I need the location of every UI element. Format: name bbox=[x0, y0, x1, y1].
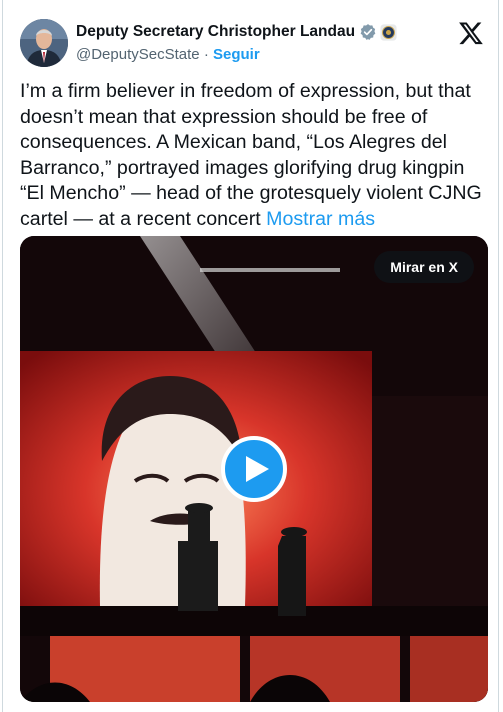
author-display-name[interactable]: Deputy Secretary Christopher Landau bbox=[76, 23, 355, 41]
avatar-portrait bbox=[20, 19, 68, 67]
tweet-text: I’m a firm believer in freedom of expres… bbox=[20, 79, 488, 232]
verified-badge-icon bbox=[360, 24, 376, 40]
follow-button[interactable]: Seguir bbox=[213, 46, 260, 63]
x-logo-icon[interactable] bbox=[458, 20, 484, 46]
watch-on-x-button[interactable]: Mirar en X bbox=[374, 251, 474, 283]
video-player[interactable]: Mirar en X bbox=[20, 236, 488, 702]
play-icon bbox=[246, 456, 269, 482]
author-handle[interactable]: @DeputySecState bbox=[76, 46, 200, 63]
author-name-row[interactable]: Deputy Secretary Christopher Landau bbox=[76, 21, 397, 43]
handle-separator: · bbox=[203, 46, 209, 63]
author-handle-row: @DeputySecState · Seguir bbox=[76, 46, 260, 63]
show-more-link[interactable]: Mostrar más bbox=[266, 208, 375, 230]
tweet-card: Deputy Secretary Christopher Landau @Dep… bbox=[2, 0, 499, 712]
avatar[interactable] bbox=[20, 19, 68, 67]
government-seal-icon bbox=[380, 23, 397, 41]
tweet-body: I’m a firm believer in freedom of expres… bbox=[20, 80, 482, 230]
play-button[interactable] bbox=[221, 436, 287, 502]
